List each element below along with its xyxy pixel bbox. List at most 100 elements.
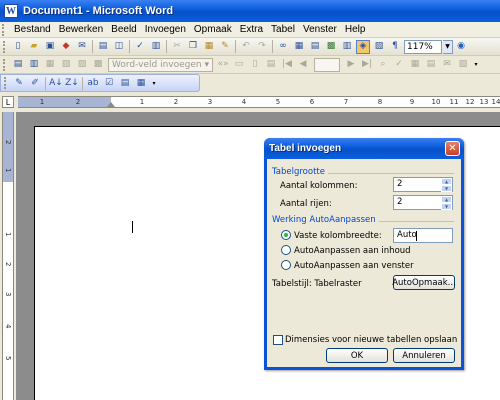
menu-venster[interactable]: Venster <box>299 24 341 35</box>
ruler-number: 11 <box>449 98 459 106</box>
autofit-window-label[interactable]: AutoAanpassen aan venster <box>294 261 414 271</box>
autofit-window-radio[interactable] <box>281 260 291 270</box>
tab-selector[interactable]: L <box>2 96 14 108</box>
insert-address-block-icon[interactable]: ▧ <box>59 58 73 72</box>
zoom-select[interactable]: 117% <box>404 39 442 54</box>
toolbar-grip[interactable] <box>3 40 7 53</box>
hyperlink-icon[interactable]: ∞ <box>276 40 290 54</box>
spin-down-icon[interactable]: ▼ <box>441 185 452 192</box>
rows-spinner[interactable]: 2 ▲ ▼ <box>393 195 453 210</box>
autofit-content-label[interactable]: AutoAanpassen aan inhoud <box>294 246 411 256</box>
menu-beeld[interactable]: Beeld <box>107 24 141 35</box>
undo-icon[interactable]: ↶ <box>239 40 253 54</box>
menu-help[interactable]: Help <box>341 24 370 35</box>
menu-bestand[interactable]: Bestand <box>10 24 55 35</box>
toolbar-grip[interactable] <box>4 77 8 89</box>
ok-button[interactable]: OK <box>326 348 388 363</box>
email-icon[interactable]: ✉ <box>75 40 89 54</box>
spelling-icon[interactable]: ✓ <box>133 40 147 54</box>
horizontal-ruler[interactable]: 1 2 1 2 3 4 5 6 7 8 9 10 11 12 13 14 <box>18 96 500 108</box>
column-width-spinner[interactable]: Auto <box>393 228 453 243</box>
spin-down-icon[interactable]: ▼ <box>441 203 452 210</box>
checkbox-field-icon[interactable]: ☑ <box>102 76 116 90</box>
merge-to-document-icon[interactable]: ▦ <box>408 58 422 72</box>
insert-excel-icon[interactable]: ▩ <box>324 40 338 54</box>
tables-borders-icon[interactable]: ▦ <box>292 40 306 54</box>
paste-icon[interactable]: ▦ <box>202 40 216 54</box>
toolbar-grip[interactable] <box>3 58 7 71</box>
dialog-title-bar[interactable]: Tabel invoegen ✕ <box>264 138 464 159</box>
word-field-dropdown[interactable]: Word-veld invoegen ▾ <box>108 57 213 72</box>
remember-dimensions-checkbox[interactable] <box>273 335 283 345</box>
sort-descending-icon[interactable]: Z↓ <box>65 76 79 90</box>
edit-icon[interactable]: ✎ <box>12 76 26 90</box>
columns-icon[interactable]: ▥ <box>340 40 354 54</box>
match-fields-icon[interactable]: ▯ <box>248 58 262 72</box>
remember-dimensions-label[interactable]: Dimensies voor nieuwe tabellen opslaan <box>285 335 457 345</box>
sort-ascending-icon[interactable]: A↓ <box>49 76 63 90</box>
close-icon[interactable]: ✕ <box>445 141 460 156</box>
menu-opmaak[interactable]: Opmaak <box>190 24 236 35</box>
format-painter-icon[interactable]: ✎ <box>218 40 232 54</box>
menu-tabel[interactable]: Tabel <box>267 24 299 35</box>
save-icon[interactable]: ▣ <box>43 40 57 54</box>
insert-greeting-icon[interactable]: ▨ <box>75 58 89 72</box>
fixed-width-label[interactable]: Vaste kolombreedte: <box>294 231 382 241</box>
vruler-number: 4 <box>4 324 12 329</box>
find-entry-icon[interactable]: ⌕ <box>376 58 390 72</box>
open-folder-icon[interactable]: ▰ <box>27 40 41 54</box>
spin-up-icon[interactable]: ▲ <box>441 178 452 185</box>
merge-to-printer-icon[interactable]: ▤ <box>424 58 438 72</box>
document-map-icon[interactable]: ▧ <box>372 40 386 54</box>
menu-grip[interactable] <box>2 23 8 36</box>
highlight-fields-icon[interactable]: ▭ <box>232 58 246 72</box>
copy-icon[interactable]: ❐ <box>186 40 200 54</box>
help-icon[interactable]: ◉ <box>454 40 468 54</box>
open-data-source-icon[interactable]: ▥ <box>27 58 41 72</box>
merge-to-email-icon[interactable]: ✉ <box>440 58 454 72</box>
previous-record-icon[interactable]: ◀ <box>296 58 310 72</box>
research-icon[interactable]: ▥ <box>149 40 163 54</box>
permission-icon[interactable]: ◆ <box>59 40 73 54</box>
drawing-icon[interactable]: ◈ <box>356 39 370 54</box>
next-record-icon[interactable]: ▶ <box>344 58 358 72</box>
vertical-ruler[interactable]: 2 1 1 2 3 4 5 <box>2 112 14 400</box>
menu-invoegen[interactable]: Invoegen <box>141 24 190 35</box>
recipients-icon[interactable]: ▦ <box>43 58 57 72</box>
insert-table-icon[interactable]: ▤ <box>308 40 322 54</box>
autofit-content-radio[interactable] <box>281 245 291 255</box>
edit-list-icon[interactable]: ✐ <box>28 76 42 90</box>
cancel-button[interactable]: Annuleren <box>393 348 455 363</box>
redo-icon[interactable]: ↷ <box>255 40 269 54</box>
rows-value[interactable]: 2 <box>397 197 402 207</box>
check-errors-icon[interactable]: ✓ <box>392 58 406 72</box>
view-merged-data-icon[interactable]: «» <box>216 58 230 72</box>
first-record-icon[interactable]: |◀ <box>280 58 294 72</box>
zoom-dropdown-icon[interactable]: ▼ <box>443 39 453 54</box>
main-document-setup-icon[interactable]: ▤ <box>11 58 25 72</box>
columns-value[interactable]: 2 <box>397 179 402 189</box>
new-document-icon[interactable]: ▯ <box>11 40 25 54</box>
text-field-icon[interactable]: ab <box>86 76 100 90</box>
spin-up-icon[interactable]: ▲ <box>441 196 452 203</box>
insert-merge-fields-icon[interactable]: ▩ <box>91 58 105 72</box>
column-width-value[interactable]: Auto <box>397 230 417 240</box>
autoformat-button[interactable]: AutoOpmaak... <box>392 275 456 290</box>
toolbar-options-icon[interactable]: ▾ <box>149 76 159 90</box>
fixed-width-radio[interactable] <box>281 230 291 240</box>
field-options-icon[interactable]: ▦ <box>134 76 148 90</box>
record-number-input[interactable] <box>313 57 340 72</box>
propagate-labels-icon[interactable]: ▤ <box>264 58 278 72</box>
menu-bewerken[interactable]: Bewerken <box>55 24 107 35</box>
print-preview-icon[interactable]: ◫ <box>112 40 126 54</box>
columns-spinner[interactable]: 2 ▲ ▼ <box>393 177 453 192</box>
cut-icon[interactable]: ✂ <box>170 40 184 54</box>
indent-marker-icon[interactable] <box>107 102 115 107</box>
show-hide-icon[interactable]: ¶ <box>388 40 402 54</box>
dropdown-field-icon[interactable]: ▤ <box>118 76 132 90</box>
print-icon[interactable]: ▤ <box>96 40 110 54</box>
last-record-icon[interactable]: ▶| <box>360 58 374 72</box>
toolbar-options-icon[interactable]: ▾ <box>471 58 481 72</box>
menu-extra[interactable]: Extra <box>236 24 267 35</box>
merge-to-fax-icon[interactable]: ▧ <box>456 58 470 72</box>
